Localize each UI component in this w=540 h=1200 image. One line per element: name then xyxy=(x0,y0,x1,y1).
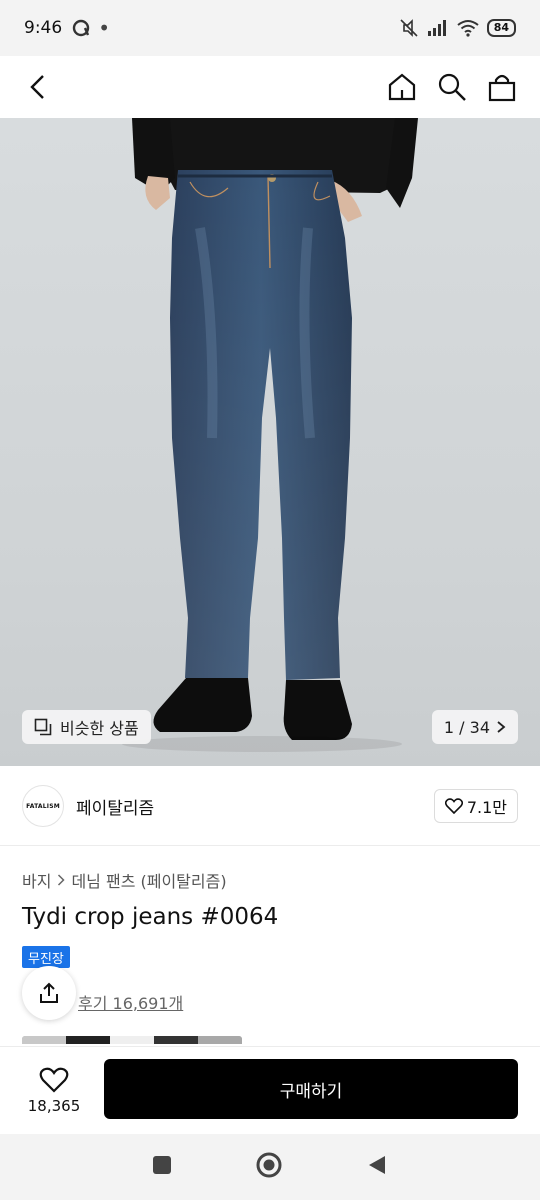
shopping-bag-icon xyxy=(488,74,516,102)
mute-icon xyxy=(400,19,418,37)
system-navigation-bar xyxy=(0,1134,540,1200)
brand-like-count: 7.1만 xyxy=(466,798,507,817)
brand-row: FATALISM 페이탈리즘 7.1만 xyxy=(22,784,518,828)
more-notifications-icon: • xyxy=(98,16,110,40)
review-thumbnail-strip[interactable] xyxy=(22,1036,242,1044)
status-bar: 9:46 • 84 xyxy=(0,0,540,56)
purchase-bar: 18,365 구매하기 xyxy=(0,1046,540,1134)
product-title: Tydi crop jeans #0064 xyxy=(22,904,279,930)
buy-button[interactable]: 구매하기 xyxy=(104,1059,518,1119)
status-time: 9:46 xyxy=(24,18,63,38)
divider xyxy=(0,845,540,846)
circle-icon xyxy=(256,1152,282,1178)
product-image-carousel[interactable] xyxy=(0,118,540,766)
brand-name[interactable]: 페이탈리즘 xyxy=(76,794,154,819)
cart-button[interactable] xyxy=(486,71,518,103)
back-button[interactable] xyxy=(22,71,54,103)
chevron-right-icon xyxy=(497,721,506,733)
similar-products-icon xyxy=(34,718,52,736)
app-notification-icon xyxy=(72,19,90,37)
breadcrumb: 바지 데님 팬츠 (페이탈리즘) xyxy=(22,868,227,892)
system-back-button[interactable] xyxy=(366,1154,388,1180)
breadcrumb-subcategory[interactable]: 데님 팬츠 (페이탈리즘) xyxy=(71,868,226,892)
share-icon xyxy=(40,982,58,1003)
image-pager-count: 1 / 34 xyxy=(443,717,490,737)
search-button[interactable] xyxy=(436,71,468,103)
image-pager-button[interactable]: 1 / 34 xyxy=(431,710,518,744)
top-navigation xyxy=(0,56,540,118)
battery-indicator: 84 xyxy=(486,19,516,37)
home-button[interactable] xyxy=(386,71,418,103)
system-home-button[interactable] xyxy=(255,1151,283,1183)
back-arrow-icon xyxy=(30,75,44,99)
square-icon xyxy=(152,1156,171,1174)
breadcrumb-category[interactable]: 바지 xyxy=(22,868,51,892)
wishlist-button[interactable]: 18,365 xyxy=(22,1067,86,1115)
share-button[interactable] xyxy=(22,966,76,1020)
heart-icon xyxy=(39,1067,69,1093)
heart-icon xyxy=(444,798,463,814)
triangle-back-icon xyxy=(369,1156,386,1174)
product-photo xyxy=(122,118,418,752)
signal-icon xyxy=(427,20,446,36)
brand-like-button[interactable]: 7.1만 xyxy=(433,789,518,823)
similar-products-label: 비슷한 상품 xyxy=(60,719,139,738)
search-icon xyxy=(438,73,466,101)
home-icon xyxy=(388,73,416,101)
similar-products-button[interactable]: 비슷한 상품 xyxy=(22,710,151,744)
wishlist-count: 18,365 xyxy=(27,1096,81,1115)
promo-badge: 무진장 xyxy=(22,946,70,968)
chevron-right-icon xyxy=(58,874,66,886)
recents-button[interactable] xyxy=(152,1155,172,1179)
brand-logo[interactable]: FATALISM xyxy=(22,785,64,827)
review-count-link[interactable]: 후기 16,691개 xyxy=(78,990,183,1014)
wifi-icon xyxy=(457,20,479,37)
